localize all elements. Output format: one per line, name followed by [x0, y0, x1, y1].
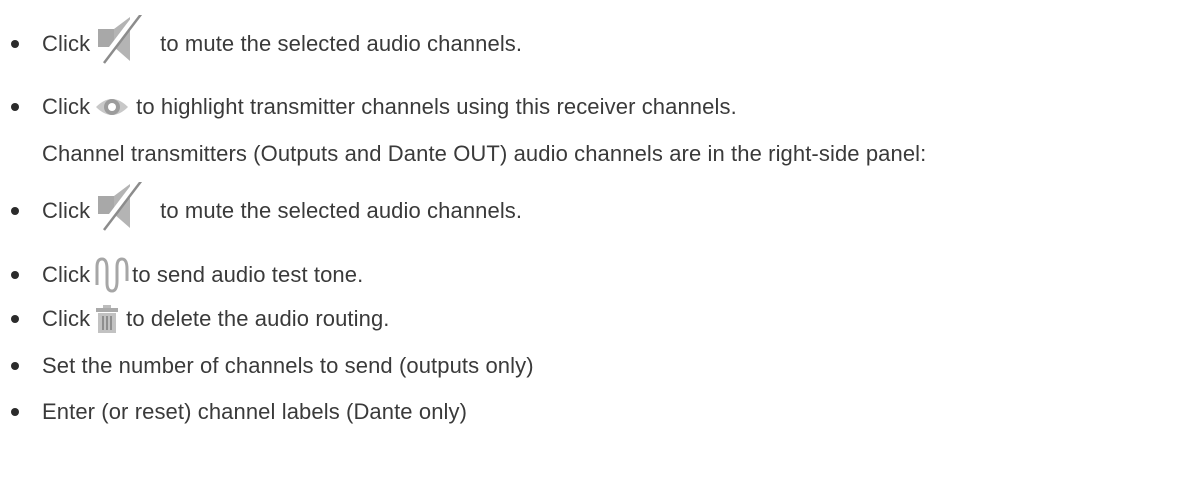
list-item: Click to highlight transmitter channels … [42, 90, 737, 124]
list-item: Click to mute the selected audio channel… [42, 182, 523, 232]
list-bullet [11, 103, 19, 111]
list-bullet [11, 207, 19, 215]
list-bullet [11, 362, 19, 370]
list-item-text: to mute the selected audio channels. [160, 198, 523, 223]
list-item-prefix: Click [42, 198, 91, 223]
list-item: Click to delete the audio routing. [42, 302, 390, 336]
list-bullet [11, 408, 19, 416]
list-item-prefix: Click [42, 31, 91, 56]
trash-icon [94, 304, 120, 334]
mute-speaker-icon [94, 15, 154, 65]
list-item-text: to highlight transmitter channels using … [136, 94, 737, 119]
list-item-text: to send audio test tone. [132, 262, 364, 287]
list-bullet [11, 40, 19, 48]
mute-speaker-icon [94, 182, 154, 232]
list-item-text: Enter (or reset) channel labels (Dante o… [42, 399, 468, 424]
list-item-text: Set the number of channels to send (outp… [42, 353, 534, 378]
list-item: Click to send audio test tone. [42, 255, 364, 295]
document-body: Click to mute the selected audio channel… [0, 0, 1191, 490]
list-item-prefix: Click [42, 262, 91, 287]
list-item: Click to mute the selected audio channel… [42, 15, 523, 65]
paragraph-text: Channel transmitters (Outputs and Dante … [42, 141, 927, 166]
list-item-prefix: Click [42, 306, 91, 331]
list-item: Enter (or reset) channel labels (Dante o… [42, 395, 467, 429]
list-bullet [11, 315, 19, 323]
list-item-text: to delete the audio routing. [126, 306, 390, 331]
list-item-text: to mute the selected audio channels. [160, 31, 523, 56]
eye-highlight-icon [94, 94, 130, 120]
list-item: Set the number of channels to send (outp… [42, 349, 534, 383]
list-item-prefix: Click [42, 94, 91, 119]
list-bullet [11, 271, 19, 279]
sine-wave-icon [94, 255, 130, 295]
